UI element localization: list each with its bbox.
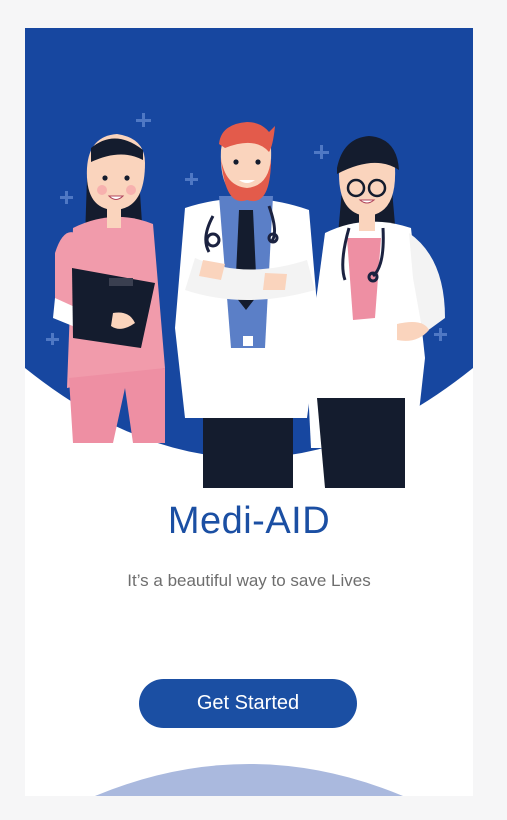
app-tagline: It’s a beautiful way to save Lives bbox=[127, 571, 371, 590]
get-started-button[interactable]: Get Started bbox=[139, 679, 357, 728]
app-title: Medi-AID bbox=[167, 500, 331, 542]
hero-illustration bbox=[25, 28, 473, 488]
bottom-decorative-arc bbox=[95, 764, 403, 796]
onboarding-screen: Medi-AID It’s a beautiful way to save Li… bbox=[25, 28, 473, 796]
